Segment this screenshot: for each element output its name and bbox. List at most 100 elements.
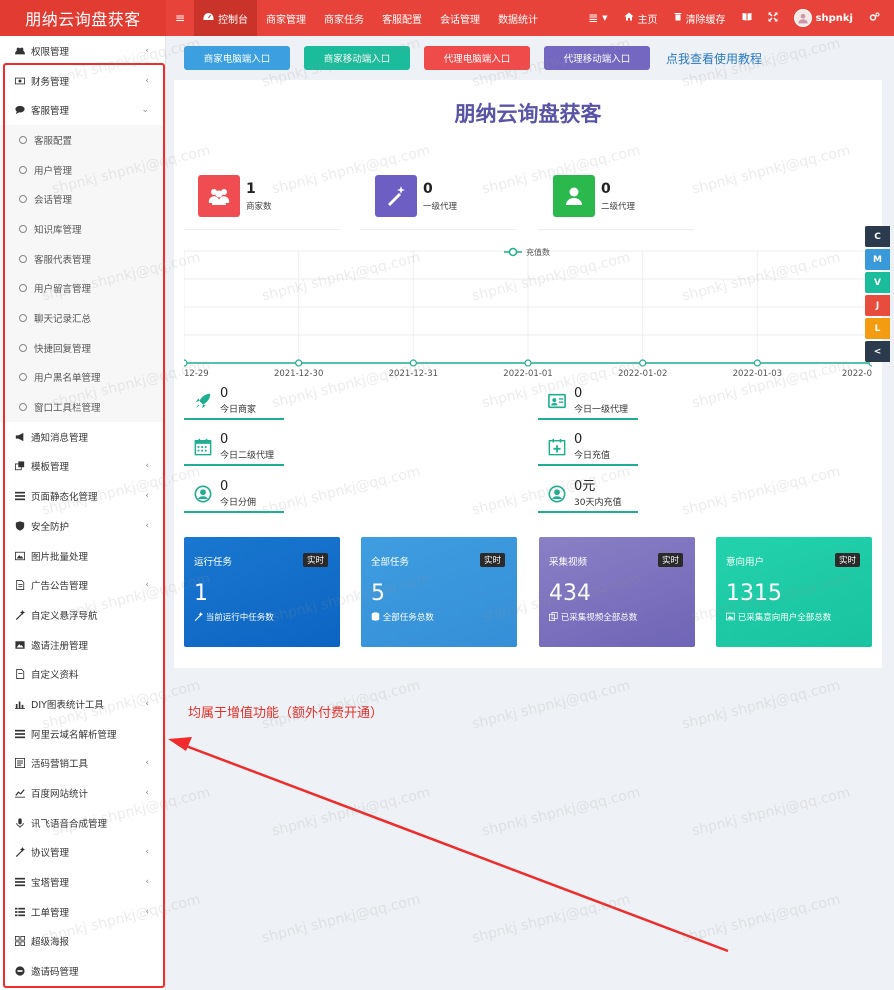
agent-pc-entry-button[interactable]: 代理电脑端入口 bbox=[424, 46, 530, 70]
sidebar-item-label: 财务管理 bbox=[31, 76, 70, 88]
kpi-label: 30天内充值 bbox=[574, 498, 622, 508]
chevron-icon: ‹ bbox=[145, 758, 149, 769]
sidebar-item[interactable]: 安全防护 ‹ bbox=[0, 511, 165, 541]
more-menu-button[interactable]: ≣ ▼ bbox=[580, 0, 615, 36]
kpi-item: 0元 30天内充值 bbox=[546, 480, 621, 508]
float-button-5[interactable]: < bbox=[865, 341, 890, 362]
chevron-icon: ‹ bbox=[145, 520, 149, 531]
agent-mobile-entry-button[interactable]: 代理移动端入口 bbox=[544, 46, 650, 70]
sidebar-subitem[interactable]: 知识库管理 bbox=[0, 214, 165, 244]
merchant-pc-entry-button[interactable]: 商家电脑端入口 bbox=[184, 46, 290, 70]
sidebar-item[interactable]: 客服管理 ⌄ bbox=[0, 95, 165, 125]
sidebar-item[interactable]: 自定义资料 bbox=[0, 659, 165, 689]
stat-tile bbox=[553, 175, 595, 217]
sidebar-item[interactable]: 宝塔管理 ‹ bbox=[0, 867, 165, 897]
home-link[interactable]: 主页 bbox=[616, 0, 666, 36]
tutorial-link[interactable]: 点我查看使用教程 bbox=[666, 50, 762, 67]
chevron-icon: ⌄ bbox=[141, 105, 149, 116]
float-button-0[interactable]: C bbox=[865, 226, 890, 247]
sidebar-item[interactable]: 图片批量处理 bbox=[0, 541, 165, 571]
sidebar-item[interactable]: 讯飞语音合成管理 bbox=[0, 808, 165, 838]
stat-number: 0 bbox=[423, 180, 433, 197]
sidebar-subitem[interactable]: 用户黑名单管理 bbox=[0, 363, 165, 393]
fullscreen-button[interactable] bbox=[760, 0, 786, 36]
tab-dashboard[interactable]: 控制台 bbox=[194, 0, 258, 36]
menu-toggle-button[interactable]: ≡ bbox=[166, 0, 194, 36]
sidebar-item[interactable]: 超级海报 bbox=[0, 927, 165, 957]
sidebar-item[interactable]: 协议管理 ‹ bbox=[0, 838, 165, 868]
realtime-card[interactable]: 采集视频 实时 434 已采集视频全部总数 bbox=[539, 537, 695, 647]
sidebar-item[interactable]: 自定义悬浮导航 bbox=[0, 600, 165, 630]
sidebar-subitem[interactable]: 用户管理 bbox=[0, 155, 165, 185]
sidebar-subitem[interactable]: 客服配置 bbox=[0, 125, 165, 155]
realtime-card[interactable]: 全部任务 实时 5 全部任务总数 bbox=[361, 537, 517, 647]
sidebar-item[interactable]: 邀请码管理 bbox=[0, 956, 165, 986]
sidebar-subitem[interactable]: 快捷回复管理 bbox=[0, 333, 165, 363]
sidebar-item[interactable]: 通知消息管理 bbox=[0, 422, 165, 452]
sidebar-item[interactable]: 模板管理 ‹ bbox=[0, 452, 165, 482]
user-icon bbox=[566, 187, 582, 205]
tab-merchant-tasks[interactable]: 商家任务 bbox=[315, 0, 373, 36]
clear-cache-button[interactable]: 清除缓存 bbox=[666, 0, 734, 36]
language-button[interactable] bbox=[734, 0, 760, 36]
stat-label: 一级代理 bbox=[423, 201, 458, 212]
sidebar-item[interactable]: 百度网站统计 ‹ bbox=[0, 778, 165, 808]
data-point[interactable] bbox=[753, 359, 761, 367]
recharge-line-chart: 充值数 12-29 2021-12-30 2021-12-31 2022-01-01 20… bbox=[184, 247, 872, 379]
sidebar-item[interactable]: 权限管理 ‹ bbox=[0, 36, 165, 66]
circle-outline-icon bbox=[19, 343, 27, 352]
tab-merchant-management[interactable]: 商家管理 bbox=[257, 0, 315, 36]
sidebar-item[interactable]: 工单管理 ‹ bbox=[0, 897, 165, 927]
float-button-3[interactable]: J bbox=[865, 295, 890, 316]
sidebar-subitem-label: 聊天记录汇总 bbox=[34, 314, 92, 326]
card-title: 全部任务 bbox=[371, 557, 410, 568]
mic-icon bbox=[16, 818, 24, 828]
data-point[interactable] bbox=[524, 359, 532, 367]
sidebar-subitem[interactable]: 窗口工具栏管理 bbox=[0, 392, 165, 422]
book-icon bbox=[742, 12, 752, 24]
sidebar-subitem[interactable]: 用户留言管理 bbox=[0, 274, 165, 304]
sidebar-item[interactable]: 页面静态化管理 ‹ bbox=[0, 481, 165, 511]
kpi-label: 今日充值 bbox=[574, 451, 611, 461]
realtime-card[interactable]: 意向用户 实时 1315 已采集意向用户全部总数 bbox=[716, 537, 872, 647]
legend-label: 充值数 bbox=[526, 247, 550, 257]
sidebar-item-label: 邀请码管理 bbox=[31, 967, 79, 979]
sidebar-subitem[interactable]: 客服代表管理 bbox=[0, 244, 165, 274]
sidebar-item[interactable]: 活码营销工具 ‹ bbox=[0, 749, 165, 779]
sidebar-subitem[interactable]: 会话管理 bbox=[0, 184, 165, 214]
tab-service-config[interactable]: 客服配置 bbox=[373, 0, 431, 36]
data-point[interactable] bbox=[295, 359, 303, 367]
data-point[interactable] bbox=[409, 359, 417, 367]
sidebar-item[interactable]: 广告公告管理 ‹ bbox=[0, 570, 165, 600]
brand-logo[interactable]: 朋纳云询盘获客 bbox=[0, 0, 166, 36]
tab-session-management[interactable]: 会话管理 bbox=[431, 0, 489, 36]
tab-data-statistics[interactable]: 数据统计 bbox=[489, 0, 547, 36]
user-menu[interactable]: shpnkj bbox=[786, 0, 861, 36]
data-point[interactable] bbox=[639, 359, 647, 367]
sidebar-item-label: 自定义悬浮导航 bbox=[31, 610, 98, 622]
sidebar-item-label: 权限管理 bbox=[31, 46, 70, 58]
sidebar-item[interactable]: 财务管理 ‹ bbox=[0, 66, 165, 96]
sidebar-item[interactable]: 阿里云域名解析管理 bbox=[0, 719, 165, 749]
card-title: 意向用户 bbox=[726, 557, 765, 568]
linechart-icon bbox=[15, 789, 25, 798]
sidebar-item[interactable]: DIY图表统计工具 ‹ bbox=[0, 689, 165, 719]
card-number: 1315 bbox=[726, 581, 782, 606]
card-description-text: 已采集视频全部总数 bbox=[560, 613, 638, 623]
x-tick-label: 12-29 bbox=[184, 369, 209, 379]
sidebar-item[interactable]: 邀请注册管理 bbox=[0, 630, 165, 660]
realtime-card[interactable]: 运行任务 实时 1 当前运行中任务数 bbox=[184, 537, 340, 647]
float-button-4[interactable]: L bbox=[865, 318, 890, 339]
float-button-1[interactable]: M bbox=[865, 249, 890, 270]
merchant-mobile-entry-button[interactable]: 商家移动端入口 bbox=[304, 46, 410, 70]
data-point[interactable] bbox=[184, 359, 188, 367]
card-title: 采集视频 bbox=[549, 557, 588, 568]
settings-button[interactable] bbox=[861, 0, 888, 36]
realtime-badge: 实时 bbox=[479, 553, 505, 567]
floating-toolbar: C M V J L < bbox=[865, 226, 890, 364]
float-button-2[interactable]: V bbox=[865, 272, 890, 293]
chart-legend[interactable]: 充值数 bbox=[504, 247, 550, 257]
sidebar: 权限管理 ‹ 财务管理 ‹ 客服管理 ⌄ 客服配置 用户管理 会话管理 知识库管… bbox=[0, 36, 166, 990]
sidebar-subitem[interactable]: 聊天记录汇总 bbox=[0, 303, 165, 333]
circle-outline-icon bbox=[19, 373, 27, 382]
